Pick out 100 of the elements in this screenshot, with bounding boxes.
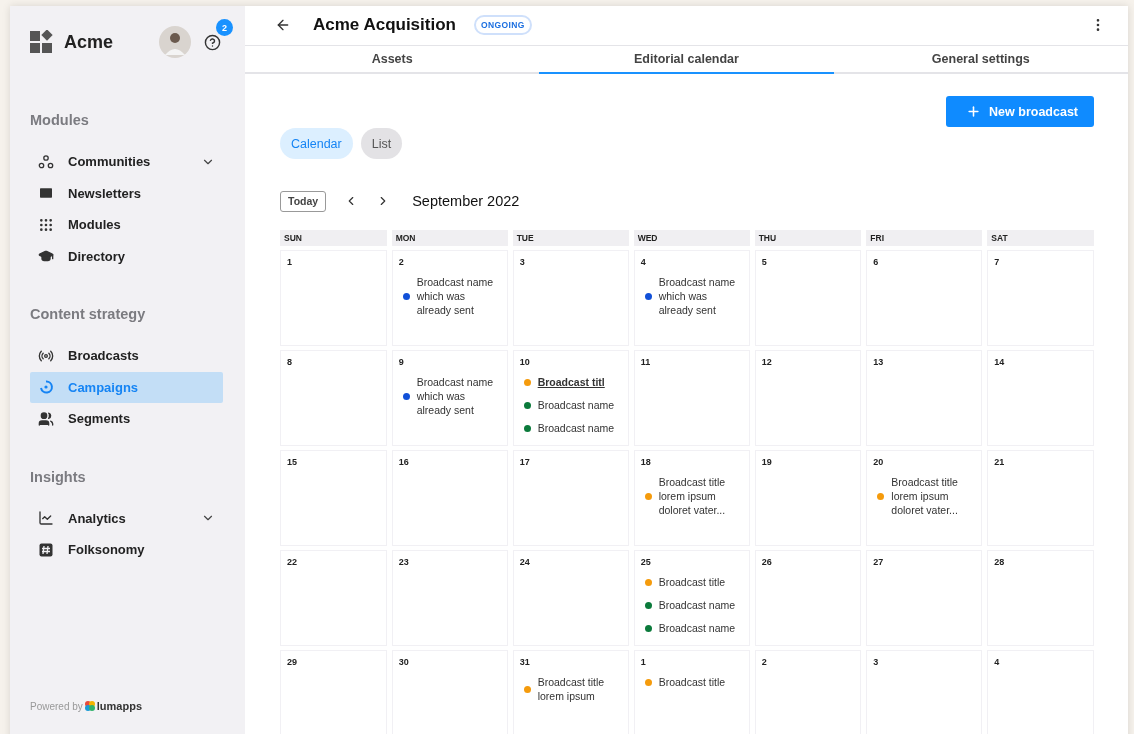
day-cell[interactable]: 9 Broadcast name which was already sent — [391, 350, 508, 446]
day-number: 1 — [287, 257, 293, 267]
section-title: Modules — [30, 112, 90, 128]
day-cell[interactable]: 8 — [280, 350, 387, 446]
day-cell[interactable]: 28 — [987, 550, 1094, 646]
page-title: Acme Acquisition — [313, 15, 456, 36]
weekday-header: SUN — [280, 230, 387, 246]
day-cell[interactable]: 4 — [987, 650, 1094, 734]
day-number: 16 — [398, 457, 410, 467]
day-number: 30 — [398, 657, 410, 667]
day-number: 10 — [519, 357, 531, 367]
day-cell[interactable]: 10 Broadcast titl Broadcast name Broadcast name — [512, 350, 629, 446]
view-toggle[interactable]: List — [360, 128, 403, 159]
day-number: 28 — [994, 557, 1006, 567]
event-title[interactable]: Broadcast name — [537, 398, 622, 412]
day-number: 22 — [287, 557, 298, 567]
day-cell[interactable]: 2 Broadcast name which was already sent — [391, 250, 508, 346]
line-chart-icon — [38, 510, 54, 527]
day-cell[interactable]: 13 — [866, 350, 983, 446]
day-cell[interactable]: 18 Broadcast title lorem ipsum doloret vater... — [633, 450, 750, 546]
sidebar-item[interactable]: Folksonomy — [30, 534, 223, 566]
logo-icon — [30, 30, 54, 54]
weekday-header: TUE — [512, 230, 629, 246]
weekday-header: THU — [754, 230, 862, 246]
logo-icon — [84, 701, 95, 711]
tab[interactable]: General settings — [833, 45, 1128, 74]
weekday-header: WED — [633, 230, 750, 246]
event-title[interactable]: Broadcast title — [658, 575, 743, 589]
day-cell[interactable]: 1 — [280, 250, 387, 346]
status-badge: ONGOING — [473, 15, 532, 36]
day-cell[interactable]: 25 Broadcast title Broadcast name Broadcast name — [633, 550, 750, 646]
day-number: 7 — [994, 257, 1001, 267]
event-title[interactable]: Broadcast name — [658, 598, 743, 612]
day-cell[interactable]: 24 — [512, 550, 629, 646]
day-cell[interactable]: 11 — [633, 350, 750, 446]
day-cell[interactable]: 30 — [391, 650, 508, 734]
day-number: 27 — [873, 557, 885, 567]
day-cell[interactable]: 31 Broadcast title lorem ipsum — [512, 650, 629, 734]
avatar[interactable] — [159, 26, 191, 58]
powered-by-text: Powered by — [30, 700, 83, 712]
day-cell[interactable]: 27 — [866, 550, 983, 646]
day-cell[interactable]: 23 — [391, 550, 508, 646]
lumapps-logo-text: lumapps — [96, 700, 143, 712]
day-number: 29 — [287, 657, 298, 667]
day-cell[interactable]: 20 Broadcast title lorem ipsum doloret vater... — [866, 450, 983, 546]
day-number: 3 — [519, 257, 526, 267]
day-cell[interactable]: 17 — [512, 450, 629, 546]
communities-icon — [38, 153, 54, 170]
sidebar-item[interactable]: Newsletters — [30, 177, 223, 209]
day-number: 14 — [994, 357, 1006, 367]
day-cell[interactable]: 4 Broadcast name which was already sent — [633, 250, 750, 346]
day-number: 21 — [994, 457, 1006, 467]
day-cell[interactable]: 7 — [987, 250, 1094, 346]
people-icon — [38, 410, 54, 427]
section-title: Insights — [30, 468, 87, 485]
event-link[interactable]: Broadcast titl — [537, 375, 622, 389]
day-cell[interactable]: 22 — [280, 550, 387, 646]
day-cell[interactable]: 3 — [512, 250, 629, 346]
help-icon[interactable] — [203, 33, 221, 51]
sidebar-item[interactable]: Modules — [30, 209, 223, 241]
event-title[interactable]: Broadcast name which was already sent — [416, 375, 501, 417]
day-number: 18 — [640, 457, 652, 467]
day-cell[interactable]: 5 — [754, 250, 862, 346]
event-title[interactable]: Broadcast title lorem ipsum doloret vater... — [891, 475, 976, 517]
day-cell[interactable]: 14 — [987, 350, 1094, 446]
month-title: September 2022 — [412, 193, 520, 209]
tab[interactable]: Assets — [245, 45, 540, 74]
event-title[interactable]: Broadcast title — [658, 675, 743, 689]
day-cell[interactable]: 3 — [866, 650, 983, 734]
event-title[interactable]: Broadcast title lorem ipsum doloret vater... — [658, 475, 743, 517]
sidebar-item[interactable]: Communities — [30, 146, 223, 178]
event-title[interactable]: Broadcast title lorem ipsum — [537, 675, 622, 703]
day-number: 12 — [761, 357, 773, 367]
day-cell[interactable]: 29 — [280, 650, 387, 734]
day-number: 3 — [873, 657, 880, 667]
sidebar-item[interactable]: Broadcasts — [30, 340, 223, 372]
day-cell[interactable]: 15 — [280, 450, 387, 546]
brand-name: Acme — [64, 31, 115, 53]
day-number: 1 — [640, 657, 647, 667]
day-cell[interactable]: 21 — [987, 450, 1094, 546]
sidebar-item[interactable]: Directory — [30, 240, 223, 272]
day-cell[interactable]: 26 — [754, 550, 862, 646]
event-title[interactable]: Broadcast name which was already sent — [416, 275, 501, 317]
day-number: 23 — [398, 557, 410, 567]
event-title[interactable]: Broadcast name — [537, 421, 622, 435]
plus-icon — [966, 104, 982, 119]
day-cell[interactable]: 6 — [866, 250, 983, 346]
event-title[interactable]: Broadcast name — [658, 621, 743, 635]
day-cell[interactable]: 12 — [754, 350, 862, 446]
sidebar-item[interactable]: Segments — [30, 403, 223, 435]
today-button[interactable]: Today — [280, 190, 327, 212]
day-cell[interactable]: 16 — [391, 450, 508, 546]
day-cell[interactable]: 19 — [754, 450, 862, 546]
day-cell[interactable]: 1 Broadcast title — [633, 650, 750, 734]
tab[interactable]: Editorial calendar — [539, 45, 834, 74]
day-cell[interactable]: 2 — [754, 650, 862, 734]
sidebar-item[interactable]: Analytics — [30, 502, 223, 534]
event-title[interactable]: Broadcast name which was already sent — [658, 275, 743, 317]
day-number: 8 — [287, 357, 293, 367]
weekday-header: FRI — [866, 230, 983, 246]
